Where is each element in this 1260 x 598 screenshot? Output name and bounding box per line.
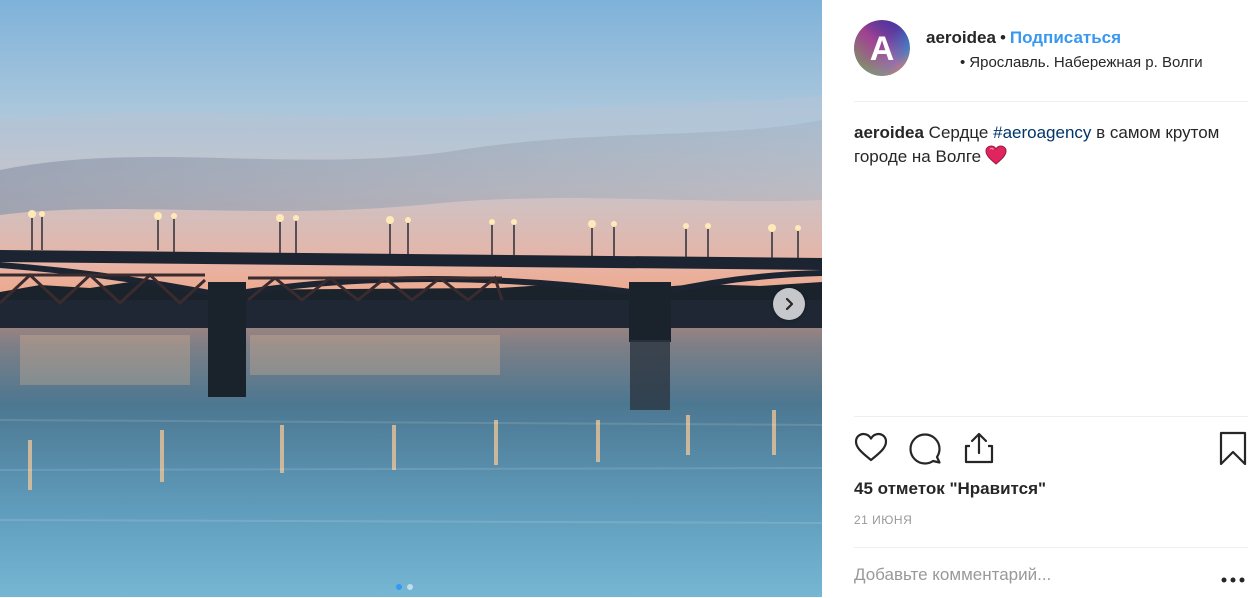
comment-section	[854, 547, 1248, 598]
carousel-indicator	[396, 584, 413, 590]
post-caption: aeroidea Сердце #aeroagency в самом крут…	[854, 121, 1234, 172]
post-date[interactable]: 21 ИЮНЯ	[854, 513, 912, 527]
bridge-photo	[0, 0, 822, 597]
comment-input[interactable]	[854, 565, 1194, 585]
comment-icon[interactable]	[908, 431, 942, 470]
share-icon[interactable]	[962, 431, 996, 470]
action-bar	[854, 416, 1248, 466]
caption-text: Сердце	[923, 123, 994, 142]
more-dots-icon[interactable]	[1221, 570, 1245, 588]
header-row: aeroidea • Подписаться	[926, 28, 1121, 48]
separator: •	[999, 28, 1006, 47]
aeroidea-logo: A	[854, 20, 910, 76]
next-slide-button[interactable]	[773, 288, 805, 320]
svg-text:A: A	[870, 30, 895, 68]
bookmark-icon[interactable]	[1218, 431, 1248, 472]
location-row: • Ярославль. Набережная р. Волги	[960, 54, 1203, 71]
heart-icon[interactable]	[854, 431, 888, 468]
post-sidebar: A aeroidea • Подписаться • Ярославль. Набер…	[822, 0, 1260, 597]
likes-count[interactable]: 45 отметок "Нравится"	[854, 479, 1046, 499]
carousel-dot	[407, 584, 413, 590]
follow-button[interactable]: Подписаться	[1010, 28, 1121, 47]
chevron-right-icon	[785, 297, 794, 311]
red-heart-icon	[985, 145, 1007, 172]
post-photo[interactable]	[0, 0, 822, 597]
location-bullet: •	[960, 54, 966, 71]
carousel-dot-active	[396, 584, 402, 590]
avatar[interactable]: A	[854, 20, 910, 76]
post-header: A aeroidea • Подписаться • Ярославль. Набер…	[854, 0, 1248, 102]
username-link[interactable]: aeroidea	[926, 28, 996, 47]
hashtag-link[interactable]: #aeroagency	[993, 123, 1091, 142]
caption-username[interactable]: aeroidea	[854, 123, 924, 142]
location-link[interactable]: Ярославль. Набережная р. Волги	[969, 54, 1202, 71]
